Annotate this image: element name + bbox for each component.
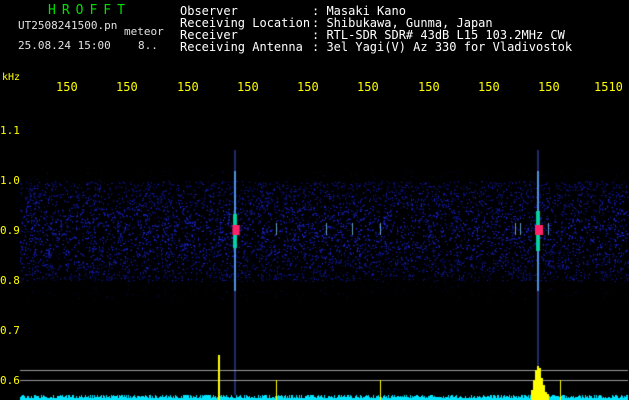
x-tick-label: 150	[357, 80, 379, 94]
y-tick-label: 0.6	[0, 374, 20, 387]
x-tick-label: 1510	[594, 80, 623, 94]
spectrogram-plot	[0, 0, 629, 400]
y-tick-label: 0.7	[0, 324, 20, 337]
file-name: UT2508241500.pn	[18, 19, 118, 32]
info-label-antenna: Receiving Antenna	[180, 40, 303, 54]
x-tick-label: 150	[177, 80, 199, 94]
y-tick-label: 0.8	[0, 274, 20, 287]
count-label: 8..	[138, 39, 158, 52]
x-tick-label: 150	[478, 80, 500, 94]
x-tick-label: 150	[418, 80, 440, 94]
x-tick-label: 150	[538, 80, 560, 94]
info-value-antenna: : 3el Yagi(V) Az 330 for Vladivostok	[312, 40, 573, 54]
x-tick-label: 150	[237, 80, 259, 94]
x-tick-label: 150	[116, 80, 138, 94]
datetime-label: 25.08.24 15:00	[18, 39, 111, 52]
x-tick-label: 150	[56, 80, 78, 94]
y-tick-label: 0.9	[0, 224, 20, 237]
y-tick-label: 1.0	[0, 174, 20, 187]
x-tick-label: 150	[297, 80, 319, 94]
mode-label: meteor	[124, 25, 164, 38]
brand-title: HROFFT	[48, 3, 131, 18]
y-axis-unit: kHz	[2, 72, 21, 83]
y-tick-label: 1.1	[0, 124, 20, 137]
